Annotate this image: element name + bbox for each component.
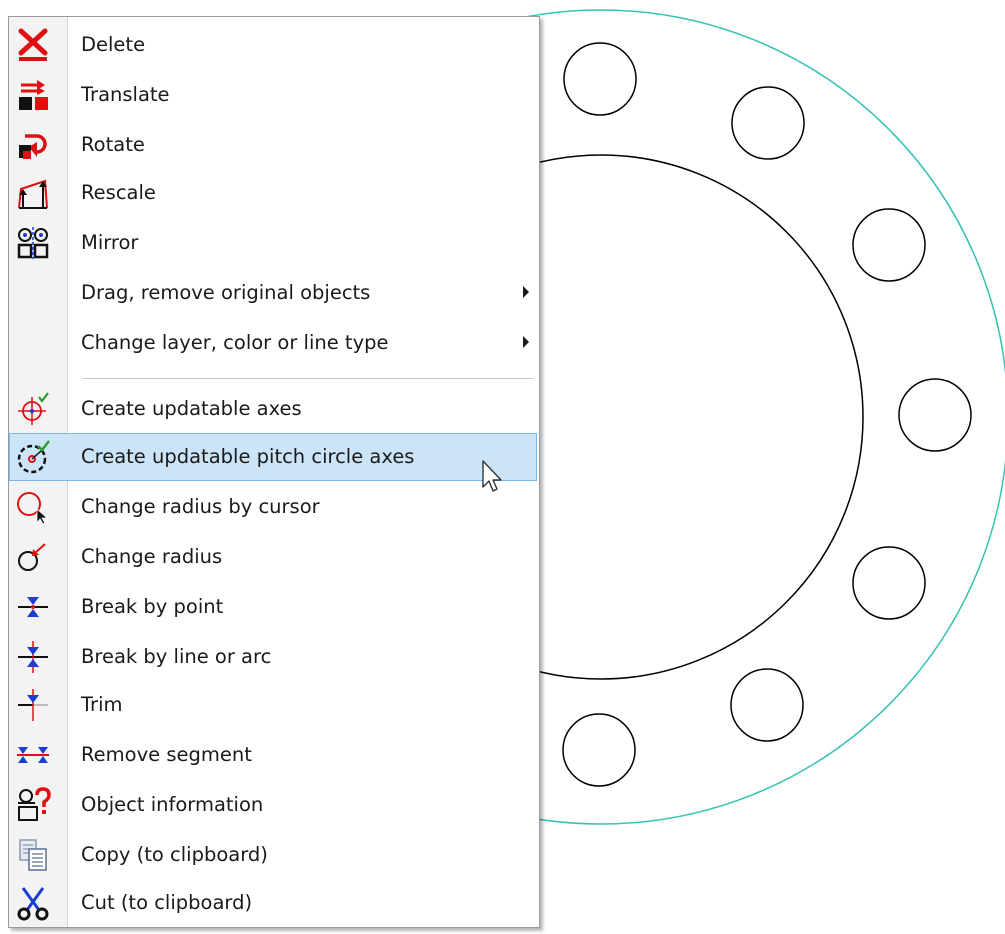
menu-item-translate[interactable]: Translate bbox=[9, 71, 537, 119]
menu-item-label: Create updatable pitch circle axes bbox=[81, 445, 415, 468]
mouse-pointer-icon bbox=[482, 460, 502, 492]
menu-item-label: Create updatable axes bbox=[81, 397, 302, 420]
mirror-icon bbox=[17, 227, 49, 259]
submenu-arrow-icon bbox=[523, 286, 529, 298]
menu-item-label: Change radius by cursor bbox=[81, 495, 320, 518]
menu-separator bbox=[83, 378, 533, 379]
rotate-icon bbox=[19, 134, 47, 159]
menu-item-label: Delete bbox=[81, 33, 146, 56]
radius-cursor-icon bbox=[17, 492, 49, 525]
menu-item-drag-remove[interactable]: Drag, remove original objects bbox=[9, 269, 537, 317]
hole-circle[interactable] bbox=[562, 713, 636, 787]
menu-item-label: Break by line or arc bbox=[81, 645, 272, 668]
object-info-icon bbox=[18, 787, 51, 821]
context-menu: Delete Translate Rotate Rescale Mirror D… bbox=[8, 16, 540, 928]
menu-item-label: Copy (to clipboard) bbox=[81, 843, 268, 866]
menu-item-label: Trim bbox=[81, 693, 123, 716]
menu-item-label: Translate bbox=[81, 83, 170, 106]
menu-item-change-layer[interactable]: Change layer, color or line type bbox=[9, 319, 537, 367]
hole-circle[interactable] bbox=[563, 42, 637, 116]
break-point-icon bbox=[18, 597, 48, 617]
hole-circle[interactable] bbox=[731, 86, 805, 160]
menu-item-label: Change radius bbox=[81, 545, 223, 568]
menu-item-label: Cut (to clipboard) bbox=[81, 891, 253, 914]
hole-circle[interactable] bbox=[852, 546, 926, 620]
menu-item-radius-cursor[interactable]: Change radius by cursor bbox=[9, 483, 537, 531]
translate-icon bbox=[19, 80, 48, 110]
cut-icon bbox=[17, 887, 49, 921]
menu-item-remove-segment[interactable]: Remove segment bbox=[9, 731, 537, 779]
menu-item-label: Mirror bbox=[81, 231, 139, 254]
menu-item-rescale[interactable]: Rescale bbox=[9, 169, 537, 217]
copy-icon bbox=[19, 839, 47, 871]
menu-item-label: Object information bbox=[81, 793, 264, 816]
hole-circle[interactable] bbox=[898, 378, 972, 452]
menu-item-label: Drag, remove original objects bbox=[81, 281, 371, 304]
menu-item-label: Remove segment bbox=[81, 743, 252, 766]
break-line-icon bbox=[18, 641, 48, 673]
hole-circle[interactable] bbox=[730, 668, 804, 742]
menu-item-label: Change layer, color or line type bbox=[81, 331, 389, 354]
menu-item-pitch-circle-axes[interactable]: Create updatable pitch circle axes bbox=[9, 433, 537, 481]
rescale-icon bbox=[18, 179, 48, 209]
menu-item-delete[interactable]: Delete bbox=[9, 21, 537, 69]
menu-item-label: Rotate bbox=[81, 133, 145, 156]
menu-item-rotate[interactable]: Rotate bbox=[9, 121, 537, 169]
menu-item-updatable-axes[interactable]: Create updatable axes bbox=[9, 385, 537, 433]
menu-item-change-radius[interactable]: Change radius bbox=[9, 533, 537, 581]
hole-circle[interactable] bbox=[852, 208, 926, 282]
updatable-axes-icon bbox=[18, 392, 49, 425]
menu-item-label: Rescale bbox=[81, 181, 156, 204]
menu-item-break-point[interactable]: Break by point bbox=[9, 583, 537, 631]
menu-item-break-line[interactable]: Break by line or arc bbox=[9, 633, 537, 681]
remove-segment-icon bbox=[17, 747, 49, 763]
pitch-circle-axes-icon bbox=[17, 440, 50, 474]
submenu-arrow-icon bbox=[523, 336, 529, 348]
menu-item-copy[interactable]: Copy (to clipboard) bbox=[9, 831, 537, 879]
menu-item-cut[interactable]: Cut (to clipboard) bbox=[9, 879, 537, 927]
trim-icon bbox=[18, 689, 48, 721]
menu-item-label: Break by point bbox=[81, 595, 224, 618]
menu-item-mirror[interactable]: Mirror bbox=[9, 219, 537, 267]
change-radius-icon bbox=[18, 543, 46, 571]
delete-icon bbox=[18, 28, 48, 61]
menu-item-object-info[interactable]: Object information bbox=[9, 781, 537, 829]
menu-item-trim[interactable]: Trim bbox=[9, 681, 537, 729]
